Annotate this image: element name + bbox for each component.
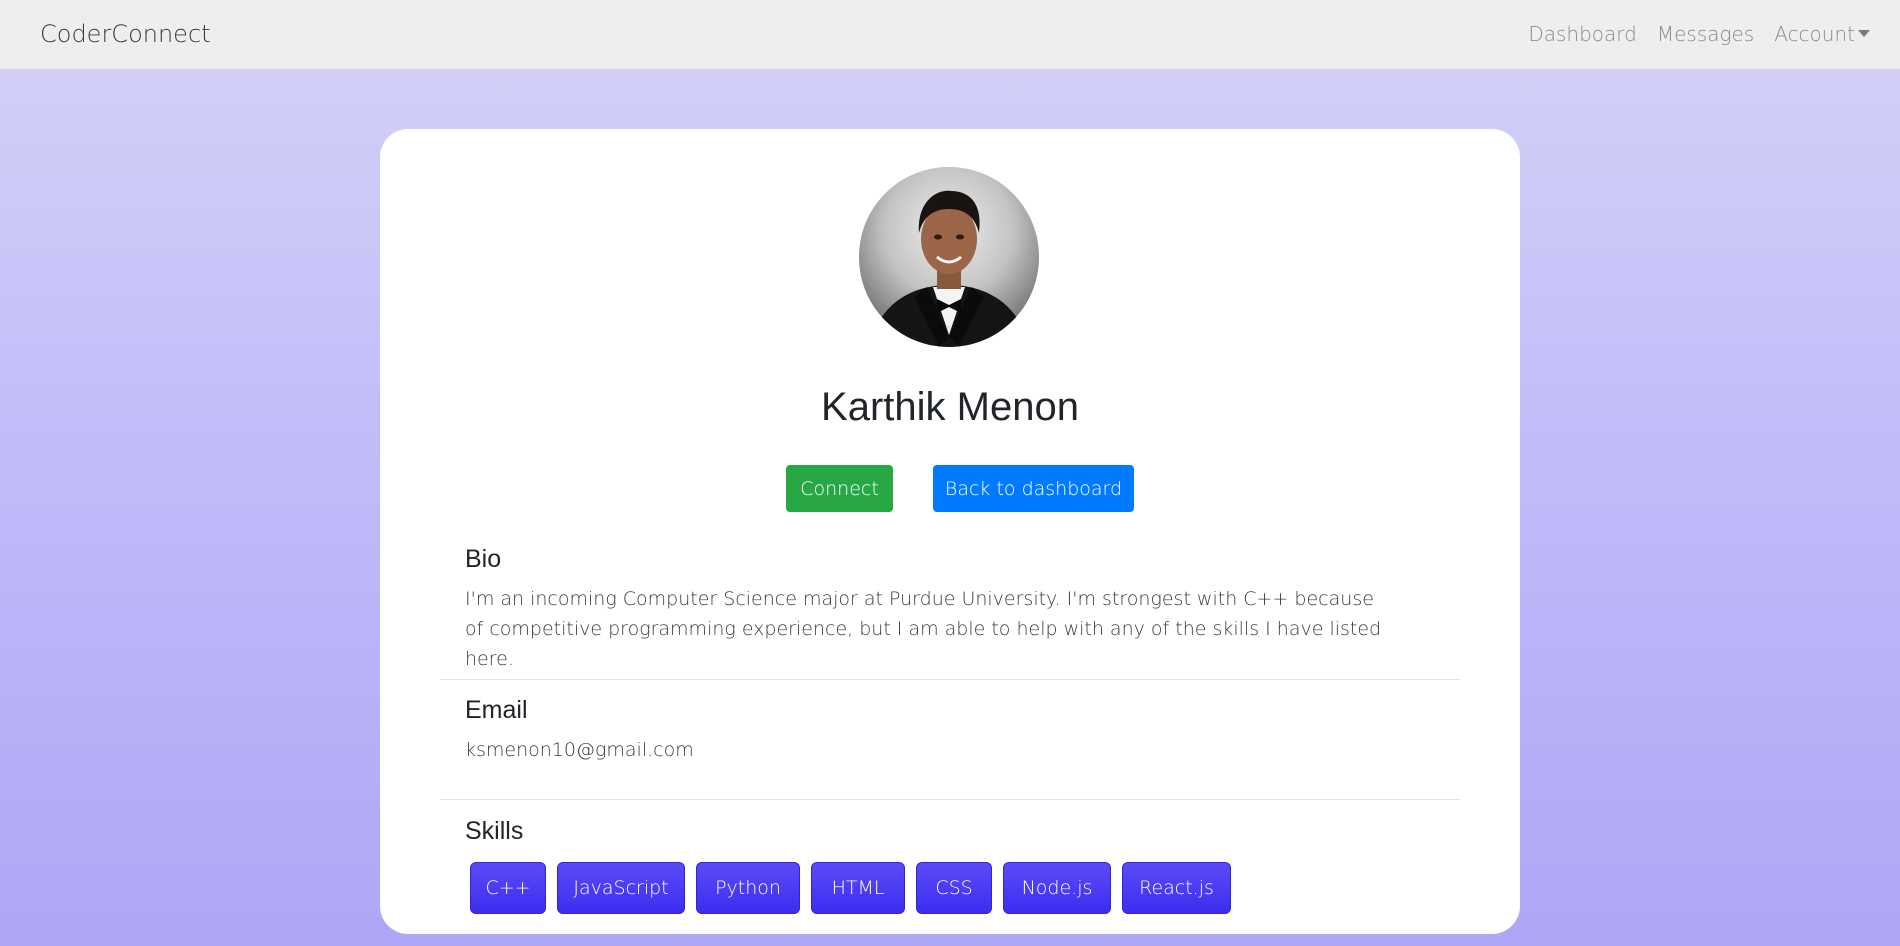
skill-badge[interactable]: Python <box>696 862 800 914</box>
email-heading: Email <box>465 696 528 724</box>
profile-name: Karthik Menon <box>821 385 1079 429</box>
divider <box>440 679 1460 680</box>
navbar: CoderConnect Dashboard Messages Account <box>0 0 1900 69</box>
divider <box>440 799 1460 800</box>
account-label: Account <box>1774 22 1855 46</box>
account-dropdown[interactable]: Account <box>1774 22 1870 46</box>
connect-button[interactable]: Connect <box>786 465 893 512</box>
avatar-photo <box>859 167 1039 347</box>
skills-heading: Skills <box>465 817 524 845</box>
skills-list: C++ JavaScript Python HTML CSS Node.js R… <box>470 862 1231 914</box>
skill-badge[interactable]: React.js <box>1122 862 1231 914</box>
skill-badge[interactable]: Node.js <box>1003 862 1111 914</box>
skill-badge[interactable]: JavaScript <box>557 862 685 914</box>
caret-down-icon <box>1858 30 1870 37</box>
avatar <box>859 167 1039 347</box>
brand-logo[interactable]: CoderConnect <box>40 20 211 48</box>
profile-card: Karthik Menon Connect Back to dashboard … <box>380 129 1520 934</box>
bio-heading: Bio <box>465 545 502 573</box>
nav-links: Dashboard Messages Account <box>1528 22 1870 46</box>
email-value: ksmenon10@gmail.com <box>465 739 694 761</box>
bio-text: I'm an incoming Computer Science major a… <box>465 588 1382 670</box>
nav-link-dashboard[interactable]: Dashboard <box>1528 22 1637 46</box>
nav-link-messages[interactable]: Messages <box>1657 22 1754 46</box>
skill-badge[interactable]: C++ <box>470 862 546 914</box>
skill-badge[interactable]: CSS <box>916 862 992 914</box>
back-to-dashboard-button[interactable]: Back to dashboard <box>933 465 1134 512</box>
skill-badge[interactable]: HTML <box>811 862 905 914</box>
